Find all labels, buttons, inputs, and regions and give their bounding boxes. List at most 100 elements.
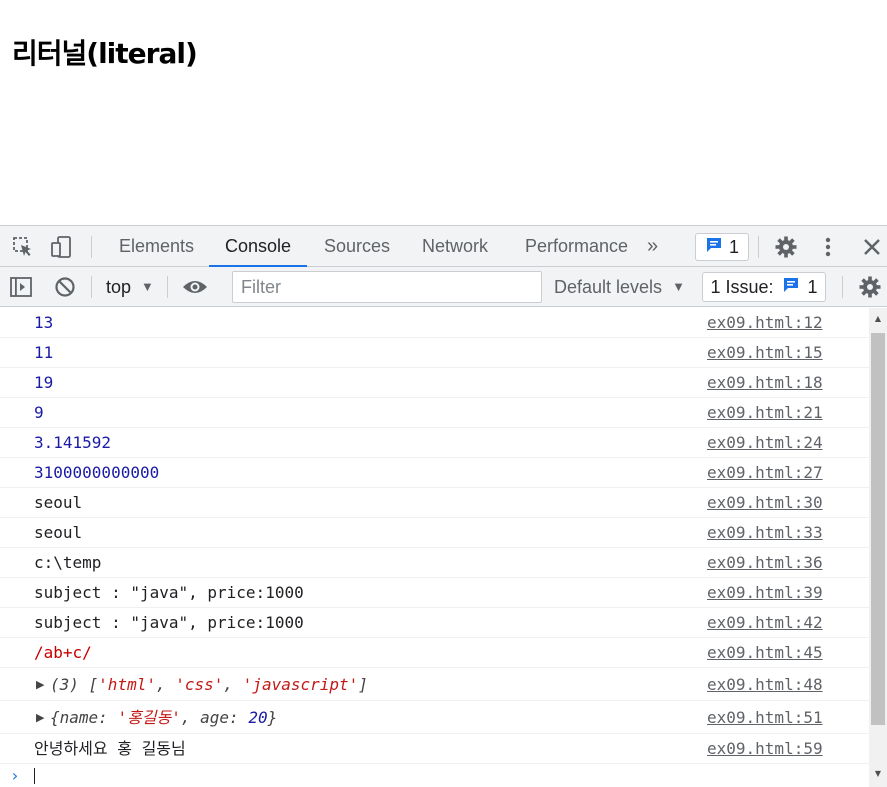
- tab-sources[interactable]: Sources: [308, 226, 406, 267]
- log-message: seoul: [34, 493, 83, 512]
- log-entry: 3100000000000 ex09.html:27: [0, 458, 869, 488]
- log-entry: /ab+c/ ex09.html:45: [0, 638, 869, 668]
- log-source-link[interactable]: ex09.html:59: [707, 734, 823, 764]
- live-expression-eye-icon[interactable]: [182, 274, 208, 300]
- log-source-link[interactable]: ex09.html:48: [707, 668, 823, 701]
- log-message: 19: [34, 373, 54, 392]
- scrollbar-thumb[interactable]: [871, 333, 885, 725]
- log-levels-select[interactable]: Default levels ▼: [548, 273, 691, 301]
- log-levels-value: Default levels: [554, 277, 663, 297]
- more-options-icon[interactable]: [815, 234, 841, 260]
- issues-button[interactable]: 1 Issue: 1: [702, 272, 826, 302]
- log-entry: 3.141592 ex09.html:24: [0, 428, 869, 458]
- issue-message-icon: [782, 276, 800, 299]
- text-caret: [34, 768, 35, 784]
- console-log[interactable]: 13 ex09.html:12 11 ex09.html:15 19 ex09.…: [0, 308, 869, 787]
- log-message: c:\temp: [34, 553, 102, 572]
- array-suffix: ]: [358, 675, 368, 694]
- inspect-element-icon[interactable]: [10, 234, 36, 260]
- log-message: subject : "java", price:1000: [34, 583, 304, 602]
- object-open: {name:: [50, 708, 118, 727]
- log-entry-object[interactable]: ▶ {name: '홍길동', age: 20} ex09.html:51: [0, 701, 869, 734]
- log-source-link[interactable]: ex09.html:42: [707, 608, 823, 638]
- log-source-link[interactable]: ex09.html:18: [707, 368, 823, 398]
- log-source-link[interactable]: ex09.html:21: [707, 398, 823, 428]
- array-item: 'html': [98, 675, 156, 694]
- log-message: 안녕하세요 홍 길동님: [34, 739, 186, 758]
- issues-count: 1: [807, 276, 818, 297]
- messages-badge[interactable]: 1: [695, 233, 749, 261]
- toolbar-divider: [167, 276, 168, 298]
- console-settings-gear-icon[interactable]: [857, 274, 883, 300]
- issues-label: 1 Issue:: [710, 276, 774, 297]
- log-message: 13: [34, 313, 54, 332]
- toolbar-divider: [91, 276, 92, 298]
- tabbar-divider: [91, 236, 92, 258]
- log-source-link[interactable]: ex09.html:30: [707, 488, 823, 518]
- console-prompt[interactable]: ›: [0, 764, 869, 787]
- expand-triangle-icon[interactable]: ▶: [36, 701, 44, 734]
- array-separator: ,: [155, 675, 176, 694]
- clear-console-icon[interactable]: [52, 274, 78, 300]
- tab-performance[interactable]: Performance: [509, 226, 644, 267]
- log-source-link[interactable]: ex09.html:24: [707, 428, 823, 458]
- object-name-value: '홍길동': [117, 708, 181, 727]
- scroll-up-arrow-icon[interactable]: ▲: [873, 314, 883, 324]
- devtools-tabbar: Elements Console Sources Network Perform…: [0, 225, 887, 267]
- scroll-down-arrow-icon[interactable]: ▼: [873, 769, 883, 779]
- console-toolbar: top ▼ Default levels ▼ 1 Issue: 1: [0, 267, 887, 307]
- log-source-link[interactable]: ex09.html:27: [707, 458, 823, 488]
- log-message: 11: [34, 343, 54, 362]
- log-message: 3100000000000: [34, 463, 160, 482]
- log-entry: 11 ex09.html:15: [0, 338, 869, 368]
- log-entry: 9 ex09.html:21: [0, 398, 869, 428]
- object-age-key: , age:: [180, 708, 249, 727]
- context-select[interactable]: top ▼: [100, 273, 160, 301]
- tab-elements[interactable]: Elements: [103, 226, 210, 267]
- tabbar-divider: [758, 236, 759, 258]
- log-source-link[interactable]: ex09.html:36: [707, 548, 823, 578]
- context-value: top: [106, 277, 132, 297]
- log-entry-array[interactable]: ▶ (3) ['html', 'css', 'javascript'] ex09…: [0, 668, 869, 701]
- array-item: 'javascript': [242, 675, 359, 694]
- settings-gear-icon[interactable]: [773, 234, 799, 260]
- close-icon[interactable]: [859, 234, 885, 260]
- array-prefix: (3) [: [50, 675, 99, 694]
- expand-triangle-icon[interactable]: ▶: [36, 668, 44, 701]
- object-age-value: 20: [248, 708, 268, 727]
- log-source-link[interactable]: ex09.html:33: [707, 518, 823, 548]
- array-item: 'css': [175, 675, 224, 694]
- log-message: 9: [34, 403, 44, 422]
- log-source-link[interactable]: ex09.html:39: [707, 578, 823, 608]
- log-entry: 13 ex09.html:12: [0, 308, 869, 338]
- log-message: seoul: [34, 523, 83, 542]
- log-array-preview[interactable]: (3) ['html', 'css', 'javascript']: [50, 668, 368, 701]
- prompt-chevron-icon: ›: [10, 766, 20, 785]
- log-source-link[interactable]: ex09.html:51: [707, 701, 823, 734]
- log-entry: seoul ex09.html:33: [0, 518, 869, 548]
- dropdown-arrow-icon: ▼: [141, 279, 154, 294]
- log-message: subject : "java", price:1000: [34, 613, 304, 632]
- log-object-preview[interactable]: {name: '홍길동', age: 20}: [50, 701, 277, 734]
- sidebar-toggle-icon[interactable]: [8, 274, 34, 300]
- log-entry: subject : "java", price:1000 ex09.html:3…: [0, 578, 869, 608]
- log-message: 3.141592: [34, 433, 112, 452]
- toolbar-divider: [842, 276, 843, 298]
- tab-network[interactable]: Network: [406, 226, 504, 267]
- page-title: 리터널(literal): [12, 37, 198, 70]
- log-entry: c:\temp ex09.html:36: [0, 548, 869, 578]
- log-source-link[interactable]: ex09.html:15: [707, 338, 823, 368]
- log-source-link[interactable]: ex09.html:12: [707, 308, 823, 338]
- log-entry: seoul ex09.html:30: [0, 488, 869, 518]
- filter-input[interactable]: [232, 271, 542, 303]
- dropdown-arrow-icon: ▼: [672, 279, 685, 294]
- object-close: }: [267, 708, 278, 727]
- log-message: /ab+c/: [34, 643, 92, 662]
- console-scrollbar[interactable]: ▲ ▼: [869, 308, 887, 787]
- message-count: 1: [728, 236, 739, 257]
- log-source-link[interactable]: ex09.html:45: [707, 638, 823, 668]
- more-tabs-button[interactable]: »: [639, 226, 666, 267]
- tab-console[interactable]: Console: [209, 226, 308, 267]
- message-icon: [705, 236, 723, 259]
- device-toolbar-icon[interactable]: [49, 234, 75, 260]
